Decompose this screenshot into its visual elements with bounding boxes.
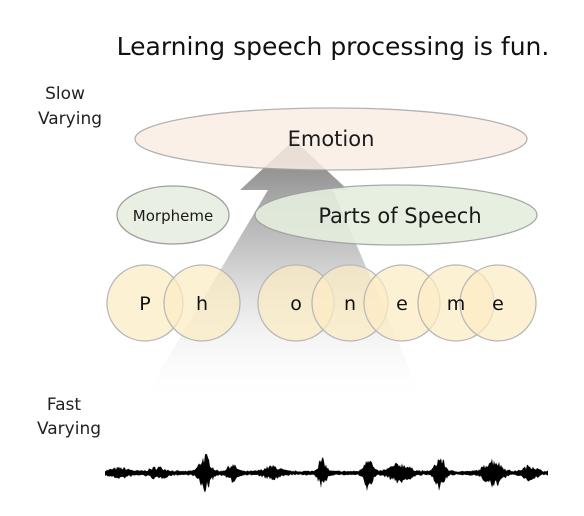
phoneme-letter: e xyxy=(396,293,408,315)
phoneme-row: Ph o n e m e xyxy=(106,264,537,342)
fast-label-line1: Fast xyxy=(47,395,81,415)
slow-label-line1: Slow xyxy=(45,84,85,104)
diagram-title: Learning speech processing is fun. xyxy=(117,32,550,61)
phoneme-letter: n xyxy=(344,293,356,315)
speech-hierarchy-diagram: Learning speech processing is fun. Slow … xyxy=(37,32,550,493)
phoneme-letter: P xyxy=(139,293,150,315)
morpheme-label: Morpheme xyxy=(133,207,213,225)
emotion-label: Emotion xyxy=(288,127,375,151)
phoneme-letter: e xyxy=(492,293,504,315)
speech-waveform xyxy=(105,453,548,493)
phoneme-letter: h xyxy=(196,293,208,315)
fast-label-line2: Varying xyxy=(37,419,101,439)
parts-of-speech-label: Parts of Speech xyxy=(318,204,481,228)
slow-label-line2: Varying xyxy=(38,109,102,129)
phoneme-letter: m xyxy=(447,293,466,315)
phoneme-letter: o xyxy=(290,293,302,315)
